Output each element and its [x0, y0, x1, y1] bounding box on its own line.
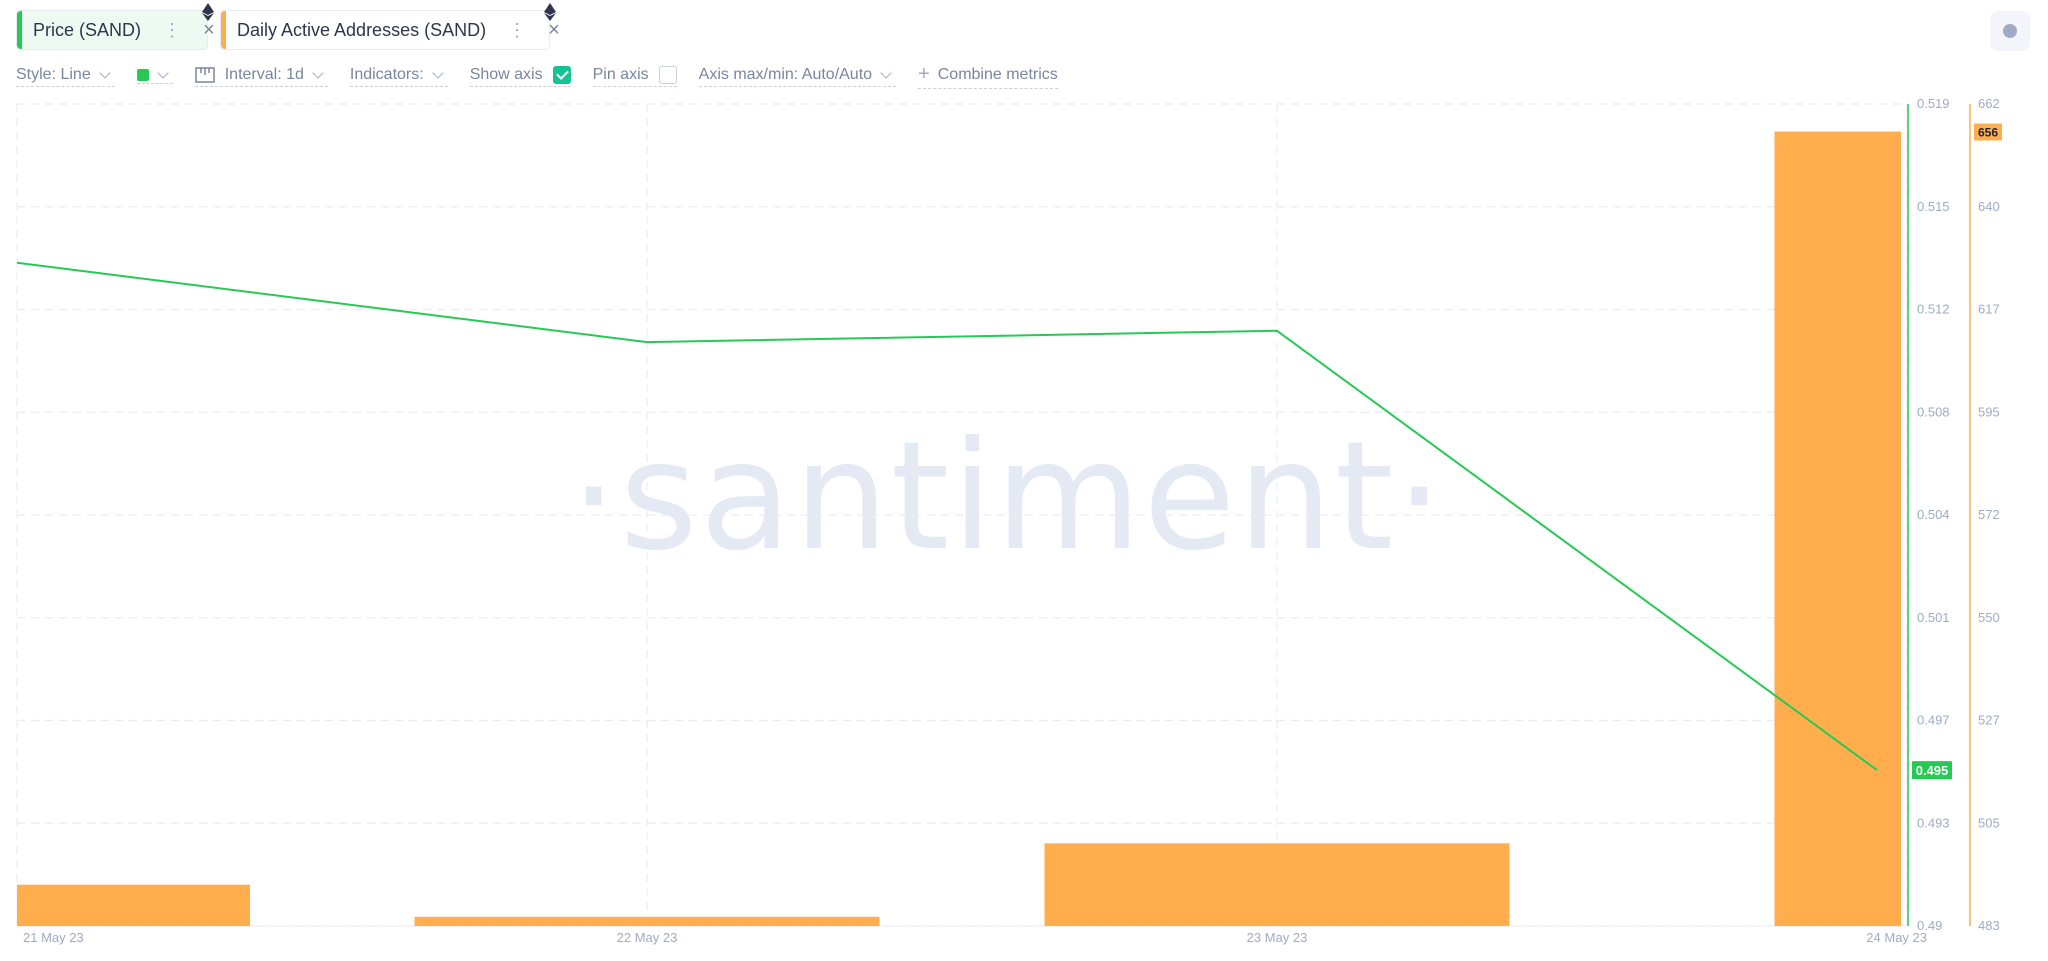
- price-tick-label: 0.508: [1917, 404, 1950, 419]
- price-line[interactable]: [16, 261, 1878, 771]
- price-tick-label: 0.501: [1917, 610, 1950, 625]
- price-tick-label: 0.504: [1917, 507, 1950, 522]
- chart-canvas[interactable]: 0.519 0.515 0.512 0.508 0.504 0.501 0.497 0.493…: [0, 0, 2048, 961]
- last-daa-label: 656: [1978, 126, 1998, 140]
- daa-bar[interactable]: [1774, 131, 1902, 926]
- x-tick-label: 23 May 23: [1247, 930, 1308, 945]
- daa-tick-label: 662: [1978, 96, 2000, 111]
- daa-tick-label: 572: [1978, 507, 2000, 522]
- daa-tick-label: 550: [1978, 610, 2000, 625]
- price-tick-label: 0.493: [1917, 815, 1950, 830]
- daa-bar[interactable]: [17, 884, 250, 926]
- daa-tick-label: 640: [1978, 199, 2000, 214]
- daa-tick-label: 505: [1978, 815, 2000, 830]
- daa-tick-label: 617: [1978, 302, 2000, 317]
- price-tick-label: 0.512: [1917, 302, 1950, 317]
- x-tick-label: 21 May 23: [23, 930, 84, 945]
- daa-bar[interactable]: [1044, 843, 1510, 926]
- price-tick-label: 0.497: [1917, 713, 1950, 728]
- daa-tick-label: 595: [1978, 404, 2000, 419]
- price-tick-label: 0.515: [1917, 199, 1950, 214]
- x-tick-label: 22 May 23: [617, 930, 678, 945]
- daa-tick-label: 527: [1978, 713, 2000, 728]
- daa-bar[interactable]: [414, 916, 880, 926]
- daa-tick-label: 483: [1978, 918, 2000, 933]
- x-tick-label: 24 May 23: [1866, 930, 1927, 945]
- price-tick-label: 0.519: [1917, 96, 1950, 111]
- last-price-label: 0.495: [1916, 763, 1949, 778]
